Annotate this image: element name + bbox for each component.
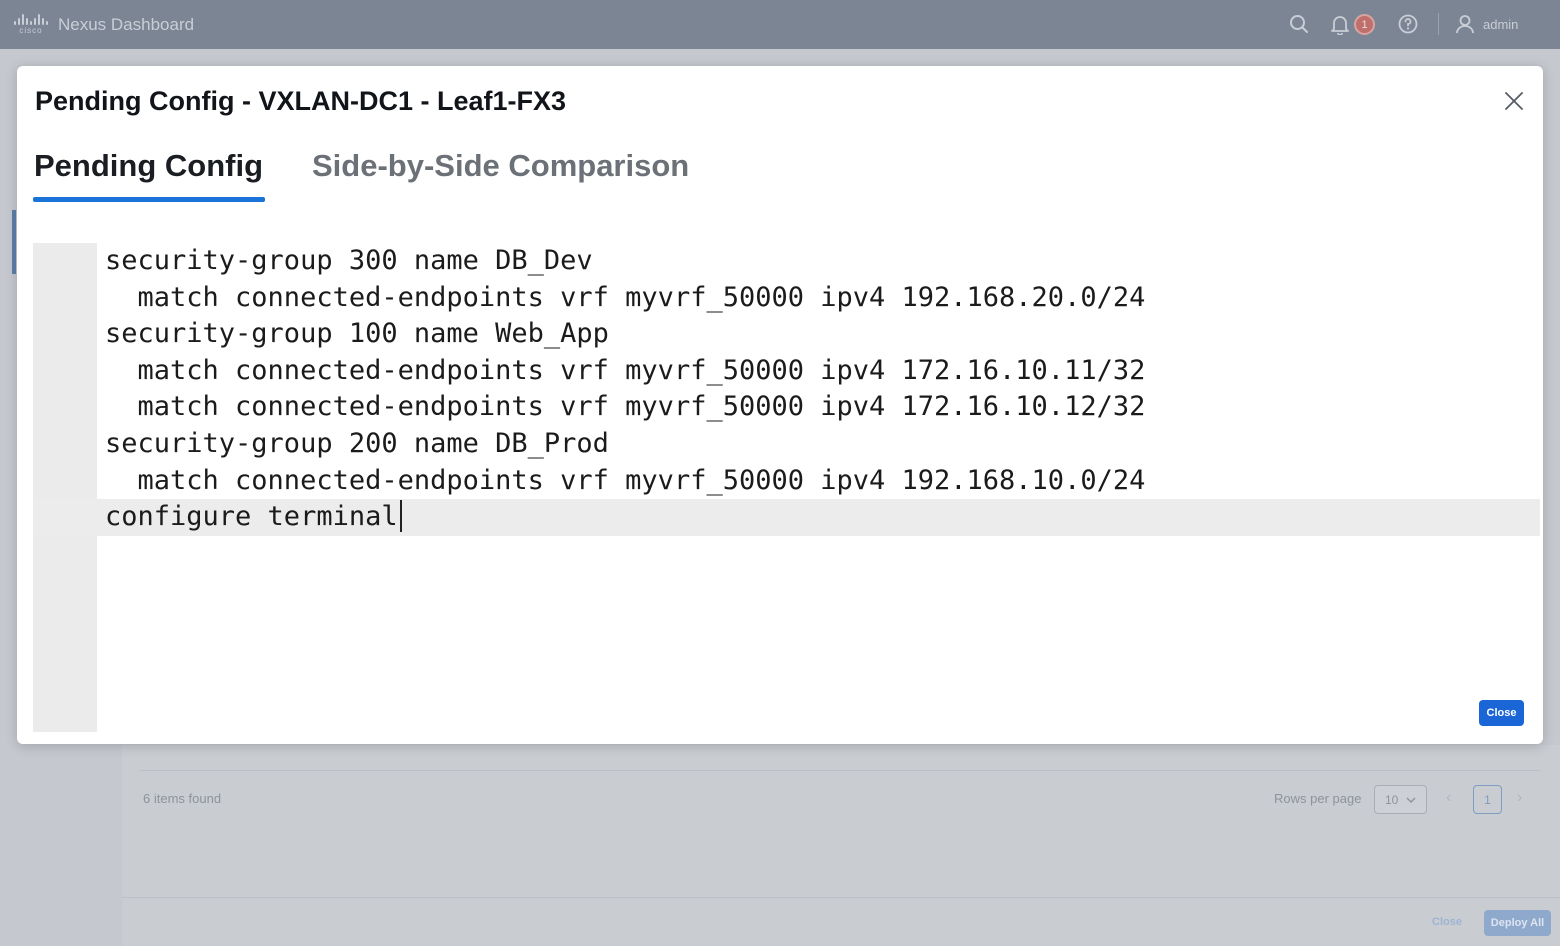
close-button[interactable]: Close <box>1479 700 1524 726</box>
background-close-button[interactable]: Close <box>1432 916 1462 928</box>
divider <box>140 770 1540 771</box>
code-line-text: match connected-endpoints vrf myvrf_5000… <box>105 281 1146 313</box>
rows-per-page-label: Rows per page <box>1274 791 1362 806</box>
text-cursor <box>399 499 402 532</box>
code-line[interactable]: match connected-endpoints vrf myvrf_5000… <box>33 463 1540 500</box>
code-line-text: security-group 300 name DB_Dev <box>105 245 593 276</box>
help-icon[interactable] <box>1397 13 1419 35</box>
cisco-logo: cisco <box>14 14 48 35</box>
code-line-text: match connected-endpoints vrf myvrf_5000… <box>105 391 1146 423</box>
pending-config-modal: Pending Config - VXLAN-DC1 - Leaf1-FX3 P… <box>17 66 1543 744</box>
code-line[interactable]: security-group 200 name DB_Prod <box>33 426 1540 463</box>
notification-badge[interactable]: 1 <box>1354 14 1375 35</box>
page-number-button[interactable]: 1 <box>1473 785 1502 814</box>
rows-per-page-value: 10 <box>1385 792 1399 807</box>
bell-icon[interactable] <box>1329 13 1351 35</box>
topbar-divider <box>1438 13 1439 35</box>
rows-per-page-select[interactable]: 10 <box>1374 785 1427 814</box>
user-icon[interactable] <box>1454 13 1476 35</box>
sidebar-active-indicator <box>12 210 16 274</box>
chevron-right-icon[interactable]: › <box>1517 789 1522 807</box>
active-tab-indicator <box>33 197 265 202</box>
modal-title: Pending Config - VXLAN-DC1 - Leaf1-FX3 <box>35 86 567 116</box>
cisco-logo-text: cisco <box>19 26 43 35</box>
code-line[interactable]: match connected-endpoints vrf myvrf_5000… <box>33 280 1540 317</box>
code-line-text: match connected-endpoints vrf myvrf_5000… <box>105 354 1146 386</box>
code-line[interactable]: security-group 100 name Web_App <box>33 316 1540 353</box>
code-line[interactable]: security-group 300 name DB_Dev <box>33 243 1540 280</box>
search-icon[interactable] <box>1288 13 1310 35</box>
chevron-left-icon[interactable]: ‹ <box>1446 789 1451 807</box>
user-name[interactable]: admin <box>1483 17 1518 32</box>
app-title: Nexus Dashboard <box>58 14 195 34</box>
code-line[interactable]: match connected-endpoints vrf myvrf_5000… <box>33 389 1540 426</box>
chevron-down-icon <box>1406 797 1416 803</box>
divider <box>122 897 1560 898</box>
code-line[interactable]: configure terminal <box>33 499 1540 536</box>
code-line-text: security-group 200 name DB_Prod <box>105 427 609 459</box>
tab-pending-config[interactable]: Pending Config <box>34 148 263 184</box>
brand[interactable]: cisco Nexus Dashboard <box>14 14 194 35</box>
code-line-text: security-group 100 name Web_App <box>105 318 609 350</box>
code-line[interactable]: match connected-endpoints vrf myvrf_5000… <box>33 353 1540 390</box>
code-line-text: match connected-endpoints vrf myvrf_5000… <box>105 464 1146 496</box>
items-found-text: 6 items found <box>143 791 222 806</box>
top-bar: cisco Nexus Dashboard <box>0 0 1560 49</box>
deploy-all-button[interactable]: Deploy All <box>1484 910 1551 936</box>
config-code-editor[interactable]: security-group 300 name DB_Dev match con… <box>33 243 1540 732</box>
code-content[interactable]: security-group 300 name DB_Dev match con… <box>33 243 1540 536</box>
close-icon[interactable] <box>1503 90 1525 112</box>
code-line-text: configure terminal <box>105 501 398 533</box>
background-table-panel <box>122 745 1560 946</box>
tab-side-by-side-comparison[interactable]: Side-by-Side Comparison <box>312 148 689 184</box>
